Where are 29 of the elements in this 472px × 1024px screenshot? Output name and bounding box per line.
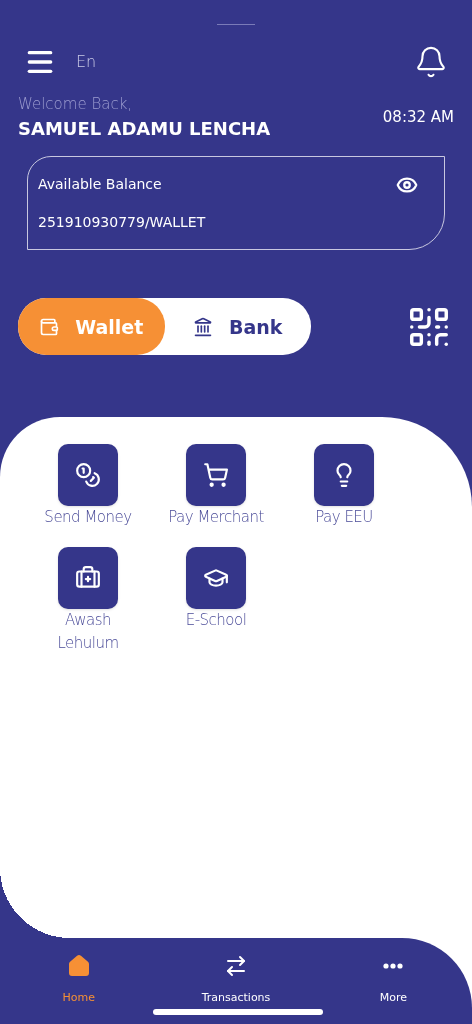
- service-button[interactable]: [58, 547, 118, 610]
- time-text: 08:32 AM: [382, 106, 454, 128]
- greeting-text: Welcome Back,: [18, 95, 134, 114]
- user-name: SAMUEL ADAMU LENCHA: [18, 117, 271, 141]
- service-label: E-School: [184, 610, 248, 632]
- language-label[interactable]: En: [76, 50, 97, 74]
- coins-icon: [75, 462, 101, 489]
- service-label: Pay Merchant: [167, 507, 265, 529]
- wallet-icon: [39, 316, 60, 337]
- bank-icon: [193, 316, 213, 337]
- service-button[interactable]: [186, 444, 246, 507]
- account-number: 251910930779/WALLET: [38, 212, 207, 232]
- more-icon: [383, 963, 404, 969]
- account-tab[interactable]: Bank: [164, 298, 311, 356]
- service-button[interactable]: [186, 547, 246, 610]
- transfer-icon: [224, 954, 248, 978]
- service-button[interactable]: [58, 444, 118, 507]
- service-button[interactable]: [314, 444, 374, 507]
- nav-tab[interactable]: More: [314, 954, 472, 1007]
- service-label: Send Money: [43, 507, 133, 529]
- nav-tab[interactable]: Home: [0, 954, 158, 1007]
- drag-handle: [217, 24, 255, 25]
- notification-button[interactable]: [414, 45, 448, 79]
- cart-icon: [203, 462, 229, 489]
- nav-tab[interactable]: Transactions: [157, 954, 315, 1007]
- balance-label: Available Balance: [38, 175, 162, 195]
- service-label: Awash Lehulum: [56, 610, 120, 655]
- service-label: Pay EEU: [314, 507, 374, 529]
- home-icon: [66, 954, 91, 978]
